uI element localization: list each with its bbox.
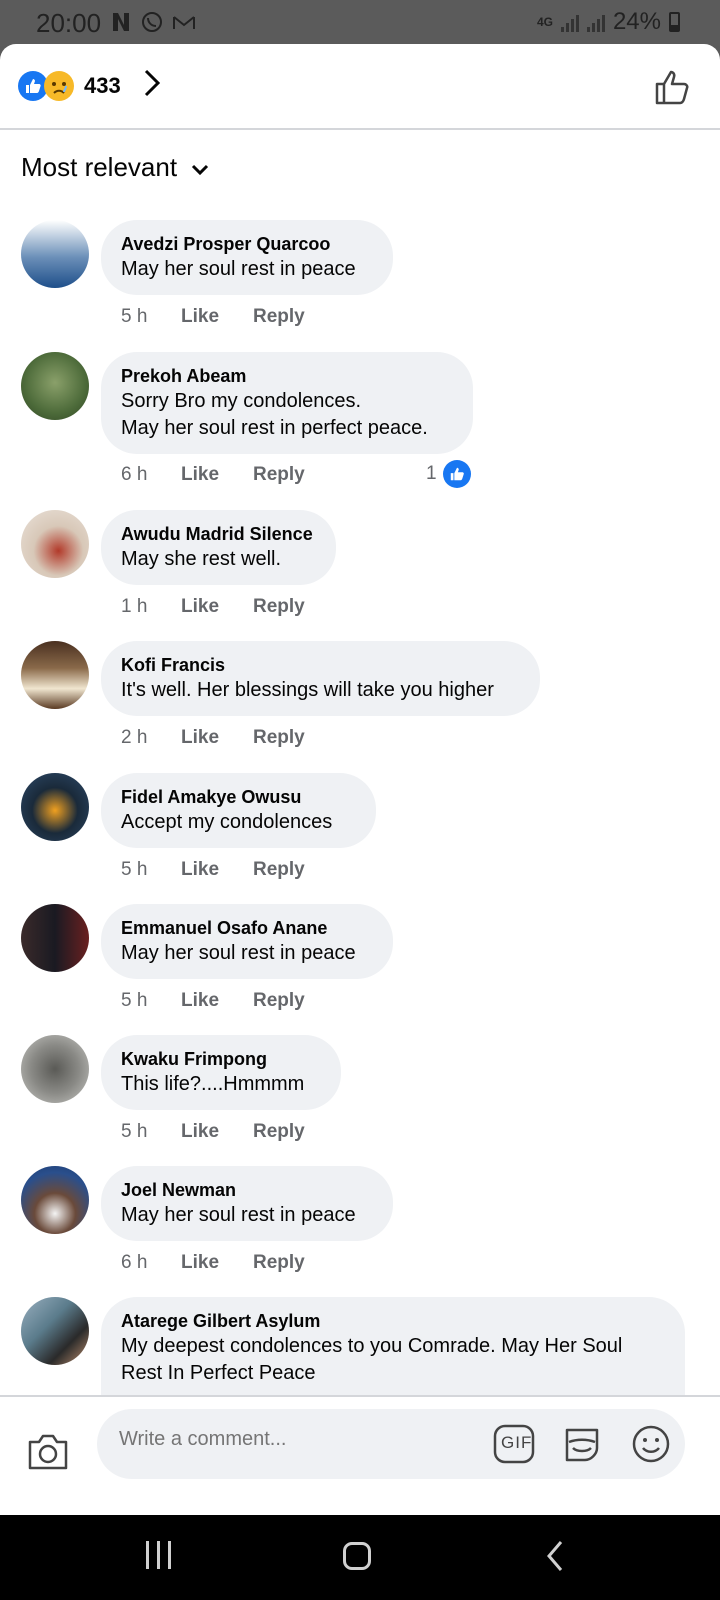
like-button[interactable]: Like bbox=[181, 727, 253, 749]
reply-button[interactable]: Reply bbox=[253, 306, 305, 328]
comment-bubble[interactable]: Emmanuel Osafo Anane May her soul rest i… bbox=[101, 904, 393, 979]
avatar[interactable] bbox=[21, 1166, 89, 1234]
commenter-name[interactable]: Kwaku Frimpong bbox=[121, 1047, 321, 1071]
camera-icon[interactable] bbox=[26, 1432, 70, 1477]
comment-bubble[interactable]: Prekoh Abeam Sorry Bro my condolences. M… bbox=[101, 352, 473, 454]
comment-text: This life?....Hmmmm bbox=[121, 1073, 305, 1095]
commenter-name[interactable]: Ataregе Gilbert Asylum bbox=[121, 1309, 665, 1333]
like-button[interactable]: Like bbox=[181, 859, 253, 881]
avatar[interactable] bbox=[21, 352, 89, 420]
comment-reaction-count: 1 bbox=[426, 463, 437, 484]
comment-timestamp: 5 h bbox=[121, 306, 148, 327]
home-button[interactable] bbox=[343, 1542, 371, 1570]
comment-text: Accept my condolences bbox=[121, 811, 333, 833]
commenter-name[interactable]: Avedzi Prosper Quarcoo bbox=[121, 232, 373, 256]
signal-icon bbox=[586, 12, 605, 32]
chevron-right-icon bbox=[143, 68, 161, 103]
status-time: 20:00 bbox=[36, 8, 102, 38]
reply-button[interactable]: Reply bbox=[253, 1121, 305, 1143]
avatar[interactable] bbox=[21, 220, 89, 288]
comment-timestamp: 1 h bbox=[121, 596, 148, 617]
comment-timestamp: 6 h bbox=[121, 1252, 148, 1273]
sort-label: Most relevant bbox=[21, 152, 178, 182]
comment-reactions[interactable]: 1 bbox=[426, 460, 471, 488]
sad-icon bbox=[44, 70, 74, 101]
recent-apps-button[interactable] bbox=[146, 1541, 171, 1569]
comment-composer: GIF bbox=[0, 1395, 720, 1515]
back-button[interactable] bbox=[545, 1540, 565, 1577]
reactions-header: 433 bbox=[0, 44, 720, 130]
reply-button[interactable]: Reply bbox=[253, 727, 305, 749]
reply-button[interactable]: Reply bbox=[253, 859, 305, 881]
comment-bubble[interactable]: Ataregе Gilbert Asylum My deepest condol… bbox=[101, 1297, 685, 1399]
reply-button[interactable]: Reply bbox=[253, 990, 305, 1012]
commenter-name[interactable]: Awudu Madrid Silence bbox=[121, 522, 316, 546]
comment-text: May her soul rest in peace bbox=[121, 942, 356, 964]
comment-text: Sorry Bro my condolences. May her soul r… bbox=[121, 390, 428, 439]
reply-button[interactable]: Reply bbox=[253, 1252, 305, 1274]
commenter-name[interactable]: Fidel Amakye Owusu bbox=[121, 785, 356, 809]
comment-text: My deepest condolences to you Comrade. M… bbox=[121, 1335, 623, 1384]
status-bar: 20:00 4G 24% bbox=[0, 0, 720, 46]
gmail-notification-icon bbox=[172, 11, 196, 40]
avatar[interactable] bbox=[21, 1035, 89, 1103]
gif-label: GIF bbox=[501, 1433, 533, 1452]
system-navigation-bar bbox=[0, 1515, 720, 1600]
avatar[interactable] bbox=[21, 641, 89, 709]
commenter-name[interactable]: Joel Newman bbox=[121, 1178, 373, 1202]
battery-icon bbox=[669, 12, 680, 32]
comments-sheet: 433 Most relevant Avedzi Prosper Quarcoo… bbox=[0, 44, 720, 1515]
like-button[interactable]: Like bbox=[181, 464, 253, 486]
like-icon bbox=[442, 460, 471, 488]
comment-bubble[interactable]: Fidel Amakye Owusu Accept my condolences bbox=[101, 773, 376, 848]
comment-timestamp: 6 h bbox=[121, 464, 148, 485]
comment-timestamp: 2 h bbox=[121, 727, 148, 748]
comment-bubble[interactable]: Awudu Madrid Silence May she rest well. bbox=[101, 510, 336, 585]
comment-bubble[interactable]: Kwaku Frimpong This life?....Hmmmm bbox=[101, 1035, 341, 1110]
reaction-count: 433 bbox=[84, 72, 121, 98]
signal-icon bbox=[560, 12, 579, 32]
sticker-icon[interactable] bbox=[561, 1424, 603, 1469]
reply-button[interactable]: Reply bbox=[253, 464, 305, 486]
comment-input[interactable] bbox=[117, 1427, 481, 1452]
comment-text: May her soul rest in peace bbox=[121, 1204, 356, 1226]
battery-label: 24% bbox=[612, 8, 661, 35]
thumbs-up-icon[interactable] bbox=[654, 68, 692, 111]
comment-text: May her soul rest in peace bbox=[121, 258, 356, 280]
commenter-name[interactable]: Prekoh Abeam bbox=[121, 364, 453, 388]
avatar[interactable] bbox=[21, 904, 89, 972]
comment-bubble[interactable]: Joel Newman May her soul rest in peace bbox=[101, 1166, 393, 1241]
comment-bubble[interactable]: Kofi Francis It's well. Her blessings wi… bbox=[101, 641, 540, 716]
comment-text: May she rest well. bbox=[121, 548, 282, 570]
gif-button[interactable]: GIF bbox=[493, 1424, 535, 1469]
avatar[interactable] bbox=[21, 773, 89, 841]
emoji-icon[interactable] bbox=[631, 1424, 671, 1469]
avatar[interactable] bbox=[21, 1297, 89, 1365]
reactions-summary[interactable]: 433 bbox=[18, 68, 161, 103]
comment-text: It's well. Her blessings will take you h… bbox=[121, 679, 494, 701]
like-button[interactable]: Like bbox=[181, 1252, 253, 1274]
like-button[interactable]: Like bbox=[181, 306, 253, 328]
network-type-label: 4G bbox=[536, 15, 553, 29]
reply-button[interactable]: Reply bbox=[253, 596, 305, 618]
comment-bubble[interactable]: Avedzi Prosper Quarcoo May her soul rest… bbox=[101, 220, 393, 295]
commenter-name[interactable]: Emmanuel Osafo Anane bbox=[121, 916, 373, 940]
like-button[interactable]: Like bbox=[181, 596, 253, 618]
whatsapp-notification-icon bbox=[140, 10, 164, 41]
comment-timestamp: 5 h bbox=[121, 990, 148, 1011]
commenter-name[interactable]: Kofi Francis bbox=[121, 653, 520, 677]
comment-timestamp: 5 h bbox=[121, 1121, 148, 1142]
sort-dropdown[interactable]: Most relevant bbox=[21, 152, 209, 183]
like-button[interactable]: Like bbox=[181, 1121, 253, 1143]
netflix-notification-icon bbox=[110, 11, 132, 40]
comment-timestamp: 5 h bbox=[121, 859, 148, 880]
comment-input-container: GIF bbox=[97, 1409, 685, 1479]
avatar[interactable] bbox=[21, 510, 89, 578]
like-button[interactable]: Like bbox=[181, 990, 253, 1012]
chevron-down-icon bbox=[191, 152, 209, 183]
